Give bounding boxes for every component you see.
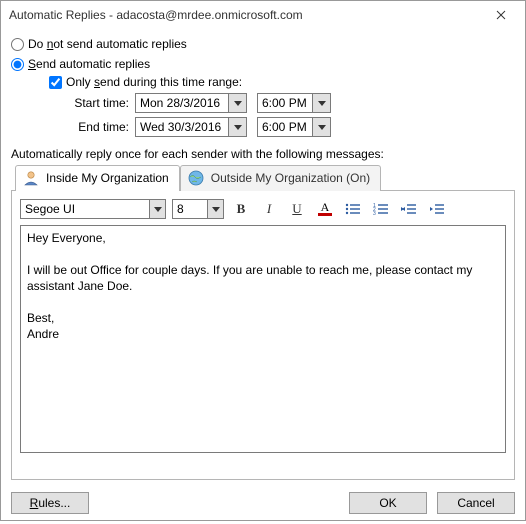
globe-icon	[187, 169, 205, 187]
bullet-list-button[interactable]	[342, 199, 364, 219]
chevron-down-icon	[318, 125, 326, 130]
font-size-combo[interactable]	[172, 199, 224, 219]
start-time-dropdown-button[interactable]	[312, 94, 330, 112]
cancel-button[interactable]: Cancel	[437, 492, 515, 514]
font-size-dropdown-button[interactable]	[207, 200, 223, 218]
end-time-row: End time:	[49, 117, 515, 137]
only-send-checkbox[interactable]	[49, 76, 62, 89]
editor-line: I will be out Office for couple days. If…	[27, 262, 499, 294]
format-toolbar: B I U A 123	[20, 199, 506, 219]
end-date-input[interactable]	[136, 118, 228, 136]
radio-group: Do not send automatic replies Send autom…	[11, 35, 515, 73]
outdent-button[interactable]	[398, 199, 420, 219]
start-date-input[interactable]	[136, 94, 228, 112]
italic-button[interactable]: I	[258, 199, 280, 219]
close-icon	[496, 10, 506, 20]
only-send-row: Only send during this time range:	[49, 75, 515, 89]
chevron-down-icon	[234, 125, 242, 130]
chevron-down-icon	[234, 101, 242, 106]
section-label: Automatically reply once for each sender…	[11, 147, 515, 161]
font-color-icon: A	[321, 202, 330, 212]
end-time-combo[interactable]	[257, 117, 331, 137]
radio-dont-send-label: Do not send automatic replies	[28, 35, 187, 53]
content-area: Do not send automatic replies Send autom…	[1, 29, 525, 486]
bold-button[interactable]: B	[230, 199, 252, 219]
end-label: End time:	[49, 120, 135, 134]
font-name-input[interactable]	[21, 200, 149, 218]
end-time-dropdown-button[interactable]	[312, 118, 330, 136]
radio-dont-send-input[interactable]	[11, 38, 24, 51]
start-label: Start time:	[49, 96, 135, 110]
message-editor[interactable]: Hey Everyone, I will be out Office for c…	[20, 225, 506, 453]
chevron-down-icon	[212, 207, 220, 212]
chevron-down-icon	[318, 101, 326, 106]
indent-button[interactable]	[426, 199, 448, 219]
font-name-combo[interactable]	[20, 199, 166, 219]
only-send-label: Only send during this time range:	[66, 75, 242, 89]
font-size-input[interactable]	[173, 200, 207, 218]
start-date-combo[interactable]	[135, 93, 247, 113]
end-date-dropdown-button[interactable]	[228, 118, 246, 136]
tab-outside-label: Outside My Organization (On)	[211, 171, 370, 185]
editor-line: Best,	[27, 310, 499, 326]
tab-outside-org[interactable]: Outside My Organization (On)	[180, 165, 381, 191]
close-button[interactable]	[483, 4, 519, 26]
rules-button[interactable]: Rules...	[11, 492, 89, 514]
chevron-down-icon	[154, 207, 162, 212]
underline-button[interactable]: U	[286, 199, 308, 219]
start-time-input[interactable]	[258, 94, 312, 112]
radio-send[interactable]: Send automatic replies	[11, 55, 515, 73]
end-time-input[interactable]	[258, 118, 312, 136]
start-time-combo[interactable]	[257, 93, 331, 113]
radio-send-input[interactable]	[11, 58, 24, 71]
tab-inside-org[interactable]: Inside My Organization	[15, 165, 180, 191]
titlebar: Automatic Replies - adacosta@mrdee.onmic…	[1, 1, 525, 29]
svg-text:3: 3	[373, 211, 376, 216]
start-time-row: Start time:	[49, 93, 515, 113]
end-date-combo[interactable]	[135, 117, 247, 137]
editor-line: Hey Everyone,	[27, 230, 499, 246]
tab-panel: B I U A 123	[11, 190, 515, 480]
title-text: Automatic Replies - adacosta@mrdee.onmic…	[9, 8, 303, 22]
user-icon	[22, 169, 40, 187]
dialog-window: Automatic Replies - adacosta@mrdee.onmic…	[0, 0, 526, 521]
ok-button[interactable]: OK	[349, 492, 427, 514]
footer: Rules... OK Cancel	[1, 486, 525, 524]
radio-dont-send[interactable]: Do not send automatic replies	[11, 35, 515, 53]
font-color-button[interactable]: A	[314, 199, 336, 219]
font-name-dropdown-button[interactable]	[149, 200, 165, 218]
tabs: Inside My Organization Outside My Organi…	[15, 165, 515, 191]
radio-send-label: Send automatic replies	[28, 55, 150, 73]
numbered-list-button[interactable]: 123	[370, 199, 392, 219]
start-date-dropdown-button[interactable]	[228, 94, 246, 112]
editor-line: Andre	[27, 326, 499, 342]
tab-inside-label: Inside My Organization	[46, 171, 169, 185]
